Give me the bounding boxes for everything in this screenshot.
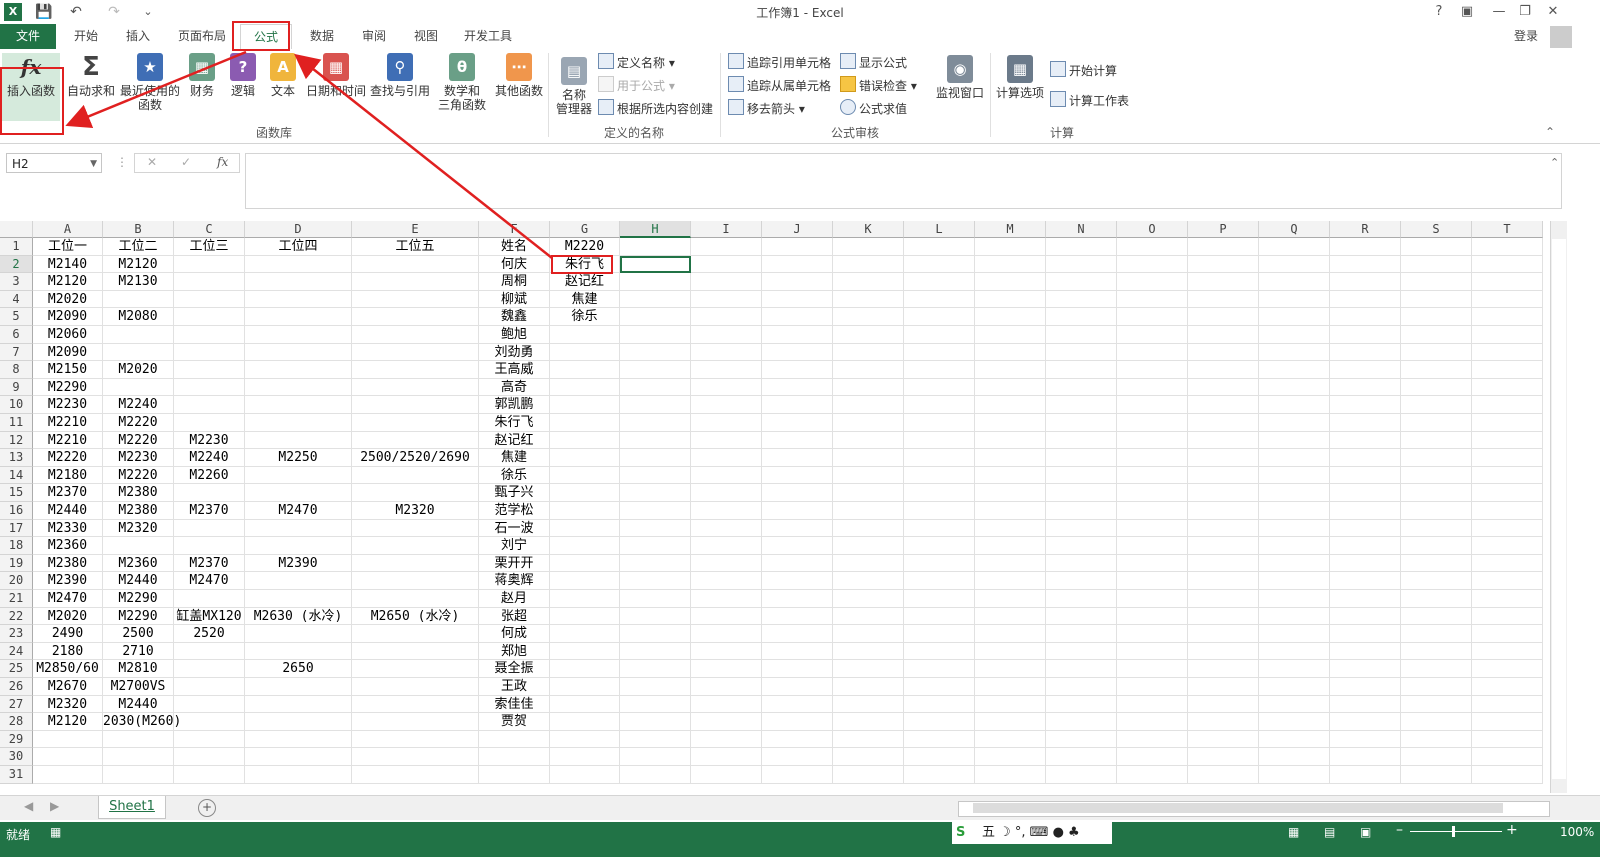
arrow-to-insert-function xyxy=(65,50,247,128)
annotation-arrows xyxy=(65,50,553,259)
arrow-to-formulas-tab xyxy=(294,53,553,259)
